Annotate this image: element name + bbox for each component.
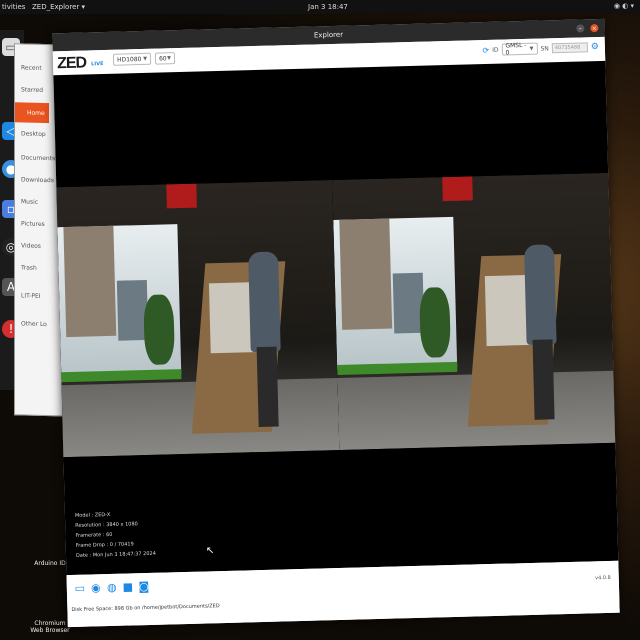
- files-item-starred[interactable]: Starred: [21, 86, 43, 94]
- camera-info-overlay: Model : ZED-X Resolution : 3840 x 1080 F…: [75, 509, 156, 561]
- record-icon[interactable]: ■: [121, 579, 135, 593]
- fps-value: 60: [158, 54, 167, 63]
- fps-select[interactable]: 60 ▼: [154, 52, 176, 65]
- settings-gear-icon[interactable]: ⚙: [591, 42, 599, 52]
- camera-viewer[interactable]: ↖ Model : ZED-X Resolution : 3840 x 1080…: [53, 60, 619, 576]
- window-title: Explorer: [313, 30, 344, 40]
- files-item-home[interactable]: Home: [15, 102, 49, 124]
- files-item-pictures[interactable]: Pictures: [21, 220, 45, 228]
- refresh-icon[interactable]: ⟳: [482, 45, 489, 54]
- camera-select[interactable]: GMSL - 0 ▼: [501, 41, 538, 57]
- resolution-value: HD1080: [116, 55, 142, 64]
- camera-select-value: GMSL - 0: [505, 41, 527, 57]
- camera-selector: ⟳ ID GMSL - 0 ▼ SN 40735488 ⚙: [482, 41, 599, 57]
- files-item-videos[interactable]: Videos: [21, 242, 41, 250]
- zed-explorer-window: Explorer – × ZED LIVE HD1080 ▼ 60 ▼ ⟳ ID…: [52, 18, 620, 628]
- mouse-cursor-icon: ↖: [205, 545, 215, 557]
- clock[interactable]: Jan 3 18:47: [308, 3, 348, 11]
- desktop-label-chromium[interactable]: Chromium Web Browser: [30, 620, 70, 634]
- stream-icon[interactable]: ◉: [89, 580, 103, 594]
- left-camera-image: [56, 180, 340, 458]
- live-badge: LIVE: [91, 60, 104, 68]
- files-item-desktop[interactable]: Desktop: [21, 130, 46, 138]
- close-icon[interactable]: ×: [590, 24, 599, 33]
- files-item-other-locations[interactable]: Other Lo: [21, 320, 47, 328]
- chevron-down-icon: ▼: [529, 45, 534, 52]
- activities-button[interactable]: tivities: [2, 3, 25, 11]
- chevron-down-icon: ▼: [143, 55, 148, 62]
- chevron-down-icon: ▼: [167, 55, 172, 62]
- files-item-music[interactable]: Music: [21, 198, 38, 205]
- desktop-label-arduino[interactable]: Arduino ID: [30, 560, 70, 567]
- top-bar: tivities ZED_Explorer ▾ Jan 3 18:47 ◉ ◐ …: [0, 0, 640, 14]
- system-tray[interactable]: ◉ ◐ ▾: [614, 2, 634, 10]
- sn-label: SN: [540, 44, 549, 53]
- folder-icon[interactable]: ▭: [73, 581, 87, 595]
- files-item-downloads[interactable]: Downloads: [21, 176, 54, 184]
- files-item-recent[interactable]: Recent: [21, 64, 42, 72]
- files-item-trash[interactable]: Trash: [21, 264, 37, 271]
- snapshot-icon[interactable]: ◙: [137, 579, 151, 593]
- minimize-icon[interactable]: –: [576, 24, 585, 33]
- info-date: Date : Mon Jun 3 18:47:37 2024: [75, 550, 156, 559]
- files-item-documents[interactable]: Documents: [21, 154, 55, 162]
- disk-space-label: Disk Free Space: 898 Gb on /home/jpetbot…: [71, 603, 220, 614]
- zed-logo: ZED: [56, 54, 87, 73]
- version-label: v4.0.8: [595, 574, 611, 582]
- app-menu[interactable]: ZED_Explorer ▾: [32, 3, 85, 11]
- depth-icon[interactable]: ◍: [105, 580, 119, 594]
- sn-input[interactable]: 40735488: [551, 42, 588, 54]
- resolution-select[interactable]: HD1080 ▼: [112, 52, 152, 66]
- id-label: ID: [492, 46, 499, 54]
- right-camera-image: [332, 172, 616, 450]
- files-item-lit-pei[interactable]: LIT-PEI: [21, 292, 41, 300]
